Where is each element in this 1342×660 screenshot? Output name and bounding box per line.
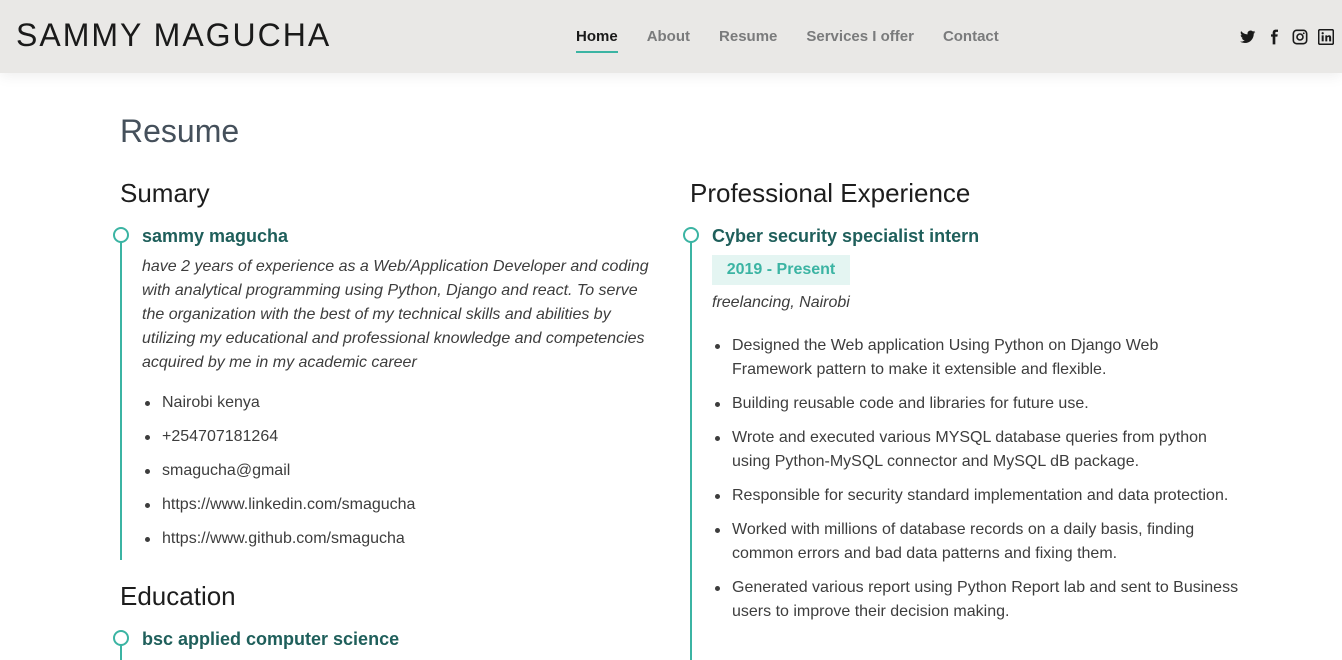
- social-links: [1230, 29, 1334, 45]
- nav-services[interactable]: Services I offer: [806, 28, 914, 45]
- contact-list: Nairobi kenya +254707181264 smagucha@gma…: [142, 391, 642, 561]
- summary-name: sammy magucha: [142, 226, 289, 246]
- experience-item-title: Cyber security specialist intern: [712, 226, 980, 246]
- experience-date-badge: 2019 - Present: [712, 255, 850, 285]
- facebook-icon[interactable]: [1266, 29, 1282, 45]
- education-item-title: bsc applied computer science: [142, 629, 400, 649]
- contact-github: https://www.github.com/smagucha: [142, 527, 642, 551]
- nav-contact[interactable]: Contact: [943, 28, 999, 45]
- experience-bullet: Designed the Web application Using Pytho…: [712, 334, 1242, 382]
- linkedin-icon[interactable]: [1318, 29, 1334, 45]
- site-header: SAMMY MAGUCHA Home About Resume Services…: [0, 0, 1342, 73]
- summary-timeline-dot: [113, 227, 129, 243]
- experience-timeline-line: [690, 236, 692, 660]
- contact-email: smagucha@gmail: [142, 459, 642, 483]
- summary-description: have 2 years of experience as a Web/Appl…: [142, 258, 649, 371]
- experience-bullet: Building reusable code and libraries for…: [712, 392, 1242, 416]
- instagram-icon[interactable]: [1292, 29, 1308, 45]
- experience-bullet: Generated various report using Python Re…: [712, 576, 1242, 624]
- nav-home[interactable]: Home: [576, 28, 618, 53]
- nav-resume[interactable]: Resume: [719, 28, 777, 45]
- contact-location: Nairobi kenya: [142, 391, 642, 415]
- experience-bullet: Responsible for security standard implem…: [712, 484, 1242, 508]
- site-logo[interactable]: SAMMY MAGUCHA: [16, 17, 331, 54]
- experience-bullet: Wrote and executed various MYSQL databas…: [712, 426, 1242, 474]
- experience-bullet: Worked with millions of database records…: [712, 518, 1242, 566]
- education-timeline-dot: [113, 630, 129, 646]
- contact-phone: +254707181264: [142, 425, 642, 449]
- twitter-icon[interactable]: [1240, 29, 1256, 45]
- experience-timeline-dot: [683, 227, 699, 243]
- summary-heading: Sumary: [120, 178, 210, 208]
- experience-place: freelancing, Nairobi: [712, 294, 850, 311]
- experience-heading: Professional Experience: [690, 178, 971, 208]
- summary-timeline-line: [120, 236, 122, 560]
- education-heading: Education: [120, 581, 236, 611]
- experience-bullets: Designed the Web application Using Pytho…: [712, 334, 1242, 634]
- main-nav: Home About Resume Services I offer Conta…: [576, 28, 1028, 53]
- nav-about[interactable]: About: [647, 28, 690, 45]
- contact-linkedin: https://www.linkedin.com/smagucha: [142, 493, 642, 517]
- page-title: Resume: [120, 113, 240, 149]
